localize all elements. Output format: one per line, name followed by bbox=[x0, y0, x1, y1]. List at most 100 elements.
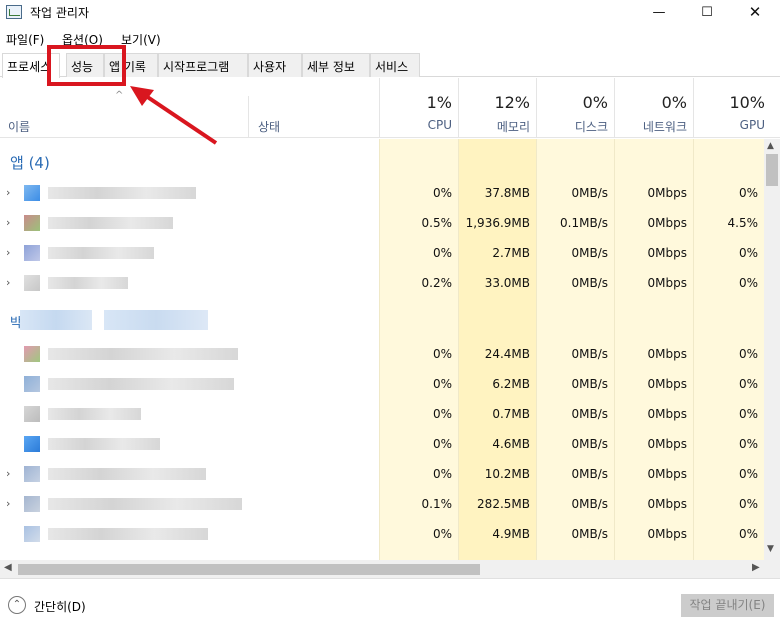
net-cell: 0Mbps bbox=[647, 186, 687, 200]
disk-cell: 0MB/s bbox=[571, 497, 608, 511]
table-row[interactable]: › 0.2% 33.0MB 0MB/s 0Mbps 0% bbox=[0, 268, 764, 298]
cpu-cell: 0.5% bbox=[421, 216, 453, 230]
expand-chevron-icon[interactable]: › bbox=[6, 186, 10, 199]
scroll-right-icon[interactable]: ▶ bbox=[752, 562, 760, 573]
tab-services[interactable]: 서비스 bbox=[370, 53, 420, 77]
network-percent: 0% bbox=[661, 93, 687, 112]
mem-cell: 6.2MB bbox=[492, 377, 530, 391]
mem-cell: 282.5MB bbox=[477, 497, 530, 511]
scroll-left-icon[interactable]: ◀ bbox=[4, 562, 12, 573]
disk-cell: 0MB/s bbox=[571, 186, 608, 200]
disk-percent: 0% bbox=[582, 93, 608, 112]
table-row[interactable]: › 0% 10.2MB 0MB/s 0Mbps 0% bbox=[0, 459, 764, 489]
mem-cell: 4.9MB bbox=[492, 527, 530, 541]
table-row[interactable]: › 0.1% 282.5MB 0MB/s 0Mbps 0% bbox=[0, 489, 764, 519]
memory-label: 메모리 bbox=[496, 120, 530, 134]
process-icon bbox=[24, 376, 40, 392]
process-name-blurred bbox=[48, 277, 128, 289]
expand-chevron-icon[interactable]: › bbox=[6, 246, 10, 259]
table-row[interactable]: 0% 4.6MB 0MB/s 0Mbps 0% bbox=[0, 429, 764, 459]
column-divider[interactable] bbox=[248, 96, 249, 138]
net-cell: 0Mbps bbox=[647, 377, 687, 391]
process-icon bbox=[24, 466, 40, 482]
table-row[interactable]: 0% 6.2MB 0MB/s 0Mbps 0% bbox=[0, 369, 764, 399]
mem-cell: 37.8MB bbox=[484, 186, 530, 200]
cpu-cell: 0.2% bbox=[421, 276, 453, 290]
column-memory[interactable]: 12% 메모리 bbox=[458, 78, 536, 138]
horizontal-scroll-thumb[interactable] bbox=[18, 564, 480, 575]
vertical-scrollbar[interactable]: ▲ ▼ bbox=[764, 139, 780, 560]
vertical-scroll-thumb[interactable] bbox=[766, 154, 778, 186]
horizontal-scrollbar[interactable]: ◀ ▶ bbox=[0, 560, 780, 578]
disk-cell: 0MB/s bbox=[571, 407, 608, 421]
mem-cell: 24.4MB bbox=[484, 347, 530, 361]
column-disk[interactable]: 0% 디스크 bbox=[536, 78, 614, 138]
expand-chevron-icon[interactable]: › bbox=[6, 216, 10, 229]
process-icon bbox=[24, 275, 40, 291]
column-network[interactable]: 0% 네트워크 bbox=[614, 78, 693, 138]
cpu-cell: 0% bbox=[432, 407, 452, 421]
net-cell: 0Mbps bbox=[647, 276, 687, 290]
disk-cell: 0MB/s bbox=[571, 276, 608, 290]
expand-chevron-icon[interactable]: › bbox=[6, 276, 10, 289]
memory-percent: 12% bbox=[494, 93, 530, 112]
scroll-down-icon[interactable]: ▼ bbox=[767, 544, 774, 554]
menu-view[interactable]: 보기(V) bbox=[121, 31, 161, 48]
disk-cell: 0MB/s bbox=[571, 347, 608, 361]
process-icon bbox=[24, 185, 40, 201]
background-group-title-blurred bbox=[20, 310, 92, 330]
expand-chevron-icon[interactable]: › bbox=[6, 467, 10, 480]
table-row[interactable]: 0% 0.7MB 0MB/s 0Mbps 0% bbox=[0, 399, 764, 429]
gpu-cell: 0% bbox=[738, 186, 758, 200]
title-bar: 작업 관리자 — ☐ ✕ bbox=[0, 0, 780, 27]
table-row[interactable]: 0% 24.4MB 0MB/s 0Mbps 0% bbox=[0, 339, 764, 369]
disk-cell: 0.1MB/s bbox=[560, 216, 608, 230]
apps-group-title[interactable]: 앱 (4) bbox=[10, 152, 50, 173]
column-gpu[interactable]: 10% GPU bbox=[693, 78, 771, 138]
tab-details[interactable]: 세부 정보 bbox=[302, 53, 370, 77]
chevron-up-circle-icon[interactable]: ⌃ bbox=[8, 596, 26, 614]
column-cpu[interactable]: 1% CPU bbox=[379, 78, 458, 138]
fewer-details-link[interactable]: 간단히(D) bbox=[34, 598, 86, 615]
close-button[interactable]: ✕ bbox=[732, 0, 778, 27]
scroll-up-icon[interactable]: ▲ bbox=[767, 141, 774, 151]
process-icon bbox=[24, 496, 40, 512]
table-row[interactable]: › 0% 37.8MB 0MB/s 0Mbps 0% bbox=[0, 178, 764, 208]
column-name[interactable]: 이름 bbox=[8, 118, 30, 135]
mem-cell: 4.6MB bbox=[492, 437, 530, 451]
process-list: 앱 (4) 박 › 0% 37.8MB 0MB/s 0Mbps 0% › 0.5% 1,936.… bbox=[0, 139, 764, 560]
end-task-button[interactable]: 작업 끝내기(E) bbox=[681, 594, 774, 617]
cpu-percent: 1% bbox=[426, 93, 452, 112]
gpu-cell: 0% bbox=[738, 407, 758, 421]
table-row[interactable]: 0% 4.9MB 0MB/s 0Mbps 0% bbox=[0, 519, 764, 549]
gpu-cell: 0% bbox=[738, 246, 758, 260]
gpu-cell: 0% bbox=[738, 467, 758, 481]
cpu-cell: 0% bbox=[432, 467, 452, 481]
process-icon bbox=[24, 526, 40, 542]
disk-cell: 0MB/s bbox=[571, 527, 608, 541]
window-title: 작업 관리자 bbox=[30, 6, 90, 20]
mem-cell: 0.7MB bbox=[492, 407, 530, 421]
process-name-blurred bbox=[48, 187, 196, 199]
mem-cell: 33.0MB bbox=[484, 276, 530, 290]
net-cell: 0Mbps bbox=[647, 467, 687, 481]
net-cell: 0Mbps bbox=[647, 497, 687, 511]
maximize-button[interactable]: ☐ bbox=[684, 0, 730, 27]
disk-cell: 0MB/s bbox=[571, 437, 608, 451]
tab-startup[interactable]: 시작프로그램 bbox=[158, 53, 248, 77]
table-row[interactable]: › 0.5% 1,936.9MB 0.1MB/s 0Mbps 4.5% bbox=[0, 208, 764, 238]
tab-users[interactable]: 사용자 bbox=[248, 53, 302, 77]
net-cell: 0Mbps bbox=[647, 246, 687, 260]
minimize-button[interactable]: — bbox=[636, 0, 682, 27]
net-cell: 0Mbps bbox=[647, 347, 687, 361]
table-row[interactable]: › 0% 2.7MB 0MB/s 0Mbps 0% bbox=[0, 238, 764, 268]
net-cell: 0Mbps bbox=[647, 407, 687, 421]
disk-cell: 0MB/s bbox=[571, 467, 608, 481]
menu-file[interactable]: 파일(F) bbox=[6, 31, 44, 48]
expand-chevron-icon[interactable]: › bbox=[6, 497, 10, 510]
gpu-cell: 0% bbox=[738, 527, 758, 541]
column-status[interactable]: 상태 bbox=[258, 118, 280, 135]
network-label: 네트워크 bbox=[642, 120, 687, 134]
sort-up-icon: ^ bbox=[115, 90, 124, 101]
process-name-blurred bbox=[48, 378, 234, 390]
